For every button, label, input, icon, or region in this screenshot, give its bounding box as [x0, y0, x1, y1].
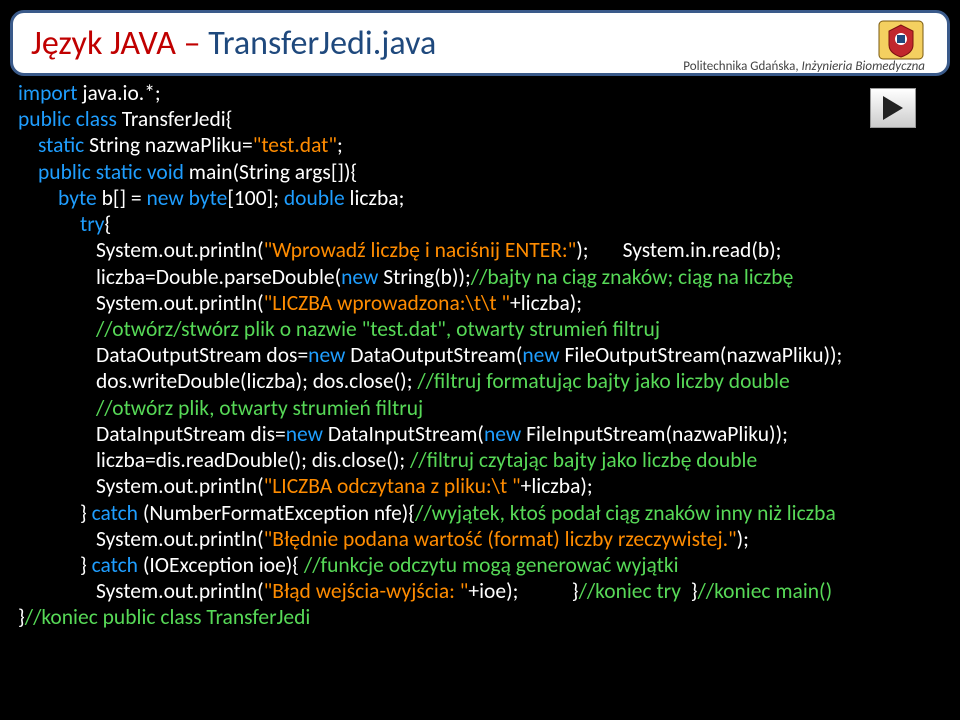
slide: Język JAVA – TransferJedi.java Politechn…	[0, 0, 960, 720]
code-line: static String nazwaPliku="test.dat";	[18, 132, 942, 158]
code-line: dos.writeDouble(liczba); dos.close(); //…	[18, 368, 942, 394]
university-crest-icon	[877, 19, 925, 61]
code-line: } catch (IOException ioe){ //funkcje odc…	[18, 552, 942, 578]
title-prefix: Język JAVA –	[31, 23, 208, 64]
code-line: try{	[18, 211, 942, 237]
institution-part2: Inżynieria Biomedyczna	[802, 59, 925, 74]
institution-part1: Politechnika Gdańska,	[683, 59, 801, 74]
code-line: DataOutputStream dos=new DataOutputStrea…	[18, 342, 942, 368]
institution-label: Politechnika Gdańska, Inżynieria Biomedy…	[683, 59, 925, 74]
code-line: public class TransferJedi{	[18, 106, 942, 132]
code-line: }//koniec public class TransferJedi	[18, 604, 942, 630]
code-line: System.out.println("Błąd wejścia-wyjścia…	[18, 578, 942, 604]
code-line: //otwórz plik, otwarty strumień filtruj	[18, 395, 942, 421]
code-line: byte b[] = new byte[100]; double liczba;	[18, 185, 942, 211]
slide-title: Język JAVA – TransferJedi.java	[31, 23, 436, 64]
code-line: System.out.println("Wprowadź liczbę i na…	[18, 237, 942, 263]
code-line: } catch (NumberFormatException nfe){//wy…	[18, 500, 942, 526]
code-line: liczba=Double.parseDouble(new String(b))…	[18, 264, 942, 290]
code-line: import java.io.*;	[18, 80, 942, 106]
slide-title-box: Język JAVA – TransferJedi.java Politechn…	[10, 10, 950, 76]
code-line: liczba=dis.readDouble(); dis.close(); //…	[18, 447, 942, 473]
title-main: TransferJedi.java	[208, 23, 436, 64]
code-line: //otwórz/stwórz plik o nazwie "test.dat"…	[18, 316, 942, 342]
code-block: import java.io.*; public class TransferJ…	[18, 80, 942, 631]
code-line: System.out.println("LICZBA wprowadzona:\…	[18, 290, 942, 316]
code-line: public static void main(String args[]){	[18, 159, 942, 185]
code-line: DataInputStream dis=new DataInputStream(…	[18, 421, 942, 447]
code-line: System.out.println("Błędnie podana warto…	[18, 526, 942, 552]
code-line: System.out.println("LICZBA odczytana z p…	[18, 473, 942, 499]
